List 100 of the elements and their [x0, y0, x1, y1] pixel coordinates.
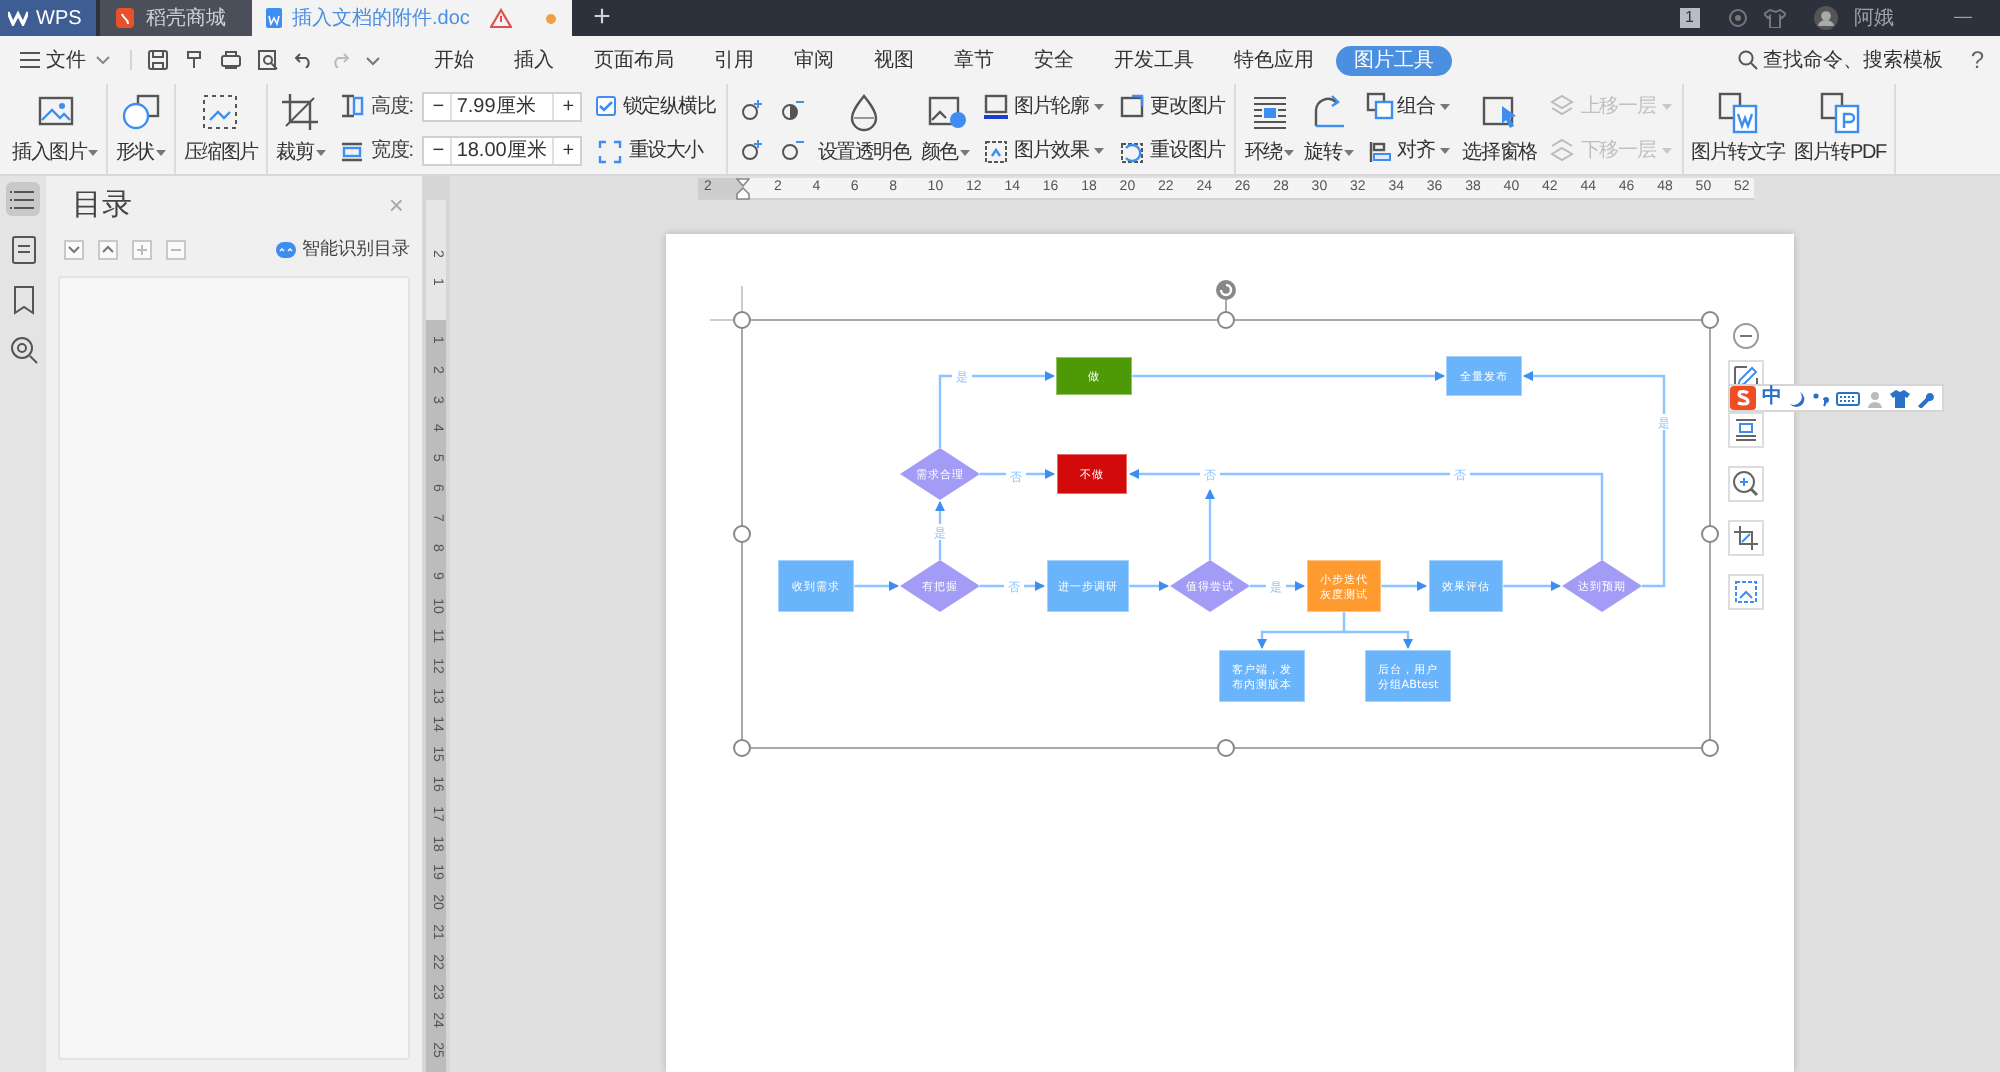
add-level-button[interactable]: [132, 240, 152, 260]
ribbon-button[interactable]: 图片转PDF: [1792, 84, 1888, 174]
ribbon-button[interactable]: 旋转: [1301, 84, 1356, 174]
crop-button[interactable]: [1728, 520, 1764, 556]
remove-level-button[interactable]: [166, 240, 186, 260]
ribbon-tab[interactable]: 页面布局: [576, 45, 692, 75]
pdf-convert-icon: [1818, 90, 1863, 134]
ribbon-button[interactable]: 图片转文字: [1689, 84, 1787, 174]
picture-tools-button[interactable]: [1728, 574, 1764, 610]
align-icon: [1365, 137, 1394, 166]
rotate-handle[interactable]: [1216, 280, 1236, 300]
format-painter-icon: [184, 50, 204, 70]
page-list-icon: [7, 233, 39, 265]
effect-icon: [981, 137, 1010, 166]
resize-handle[interactable]: [733, 525, 751, 543]
ribbon-tab[interactable]: 视图: [856, 45, 932, 75]
connector-arrow: [854, 581, 899, 591]
zoom-in-button[interactable]: [1728, 466, 1764, 502]
print-icon: [220, 50, 242, 70]
ribbon-button[interactable]: 压缩图片: [181, 84, 261, 174]
ribbon-button[interactable]: 对齐: [1365, 136, 1451, 167]
bring-forward-icon: [1548, 92, 1577, 121]
ribbon-button[interactable]: 设置透明色: [815, 84, 913, 174]
edit-picture-button[interactable]: [1728, 360, 1764, 384]
ribbon-button[interactable]: 颜色: [918, 84, 972, 174]
brightness-up-icon: [737, 97, 766, 121]
ribbon-button[interactable]: 重设图片: [1118, 136, 1225, 167]
side-nav-button[interactable]: [6, 232, 40, 266]
resize-icon: [596, 137, 625, 166]
file-menu-button[interactable]: 文件: [20, 45, 110, 75]
ribbon-button[interactable]: 图片效果: [981, 136, 1105, 167]
resize-handle[interactable]: [733, 311, 751, 329]
number-stepper[interactable]: − 7.99厘米 +: [422, 91, 583, 122]
ribbon-tab[interactable]: 插入: [496, 45, 572, 75]
field-label: 宽度:: [371, 137, 413, 167]
resize-handle[interactable]: [1217, 739, 1235, 757]
resize-handle[interactable]: [1701, 739, 1719, 757]
checkbox[interactable]: 锁定纵横比: [596, 91, 716, 122]
side-nav-button[interactable]: [6, 332, 40, 366]
number-stepper[interactable]: − 18.00厘米 +: [422, 136, 583, 167]
search-icon: [1738, 50, 1759, 70]
layout-options-button[interactable]: [1728, 412, 1764, 448]
ribbon-button[interactable]: 裁剪: [274, 84, 328, 174]
resize-handle[interactable]: [1701, 311, 1719, 329]
layout-options-icon: [1730, 414, 1762, 446]
send-backward-icon: [1548, 137, 1577, 166]
menu-icon: [20, 52, 40, 68]
app-tab[interactable]: 稻壳商城: [100, 0, 252, 36]
chevron-icon: [96, 56, 110, 64]
ribbon-button[interactable]: 更改图片: [1118, 91, 1225, 122]
command-search[interactable]: 查找命令、搜索模板: [1738, 45, 1943, 75]
app-tab[interactable]: WPS: [0, 0, 96, 36]
avatar-icon: [1814, 6, 1838, 30]
resize-handle[interactable]: [733, 739, 751, 757]
panel-title: 目录: [72, 185, 132, 226]
change-picture-icon: [1118, 92, 1147, 121]
increment-button[interactable]: +: [552, 93, 581, 120]
side-nav-button[interactable]: [6, 182, 40, 216]
crop-icon: [278, 90, 323, 134]
ribbon-button[interactable]: 插入图片: [10, 84, 101, 174]
collapse-all-button[interactable]: [98, 240, 118, 260]
expand-all-button[interactable]: [64, 240, 84, 260]
window-count-badge[interactable]: 1: [1679, 8, 1700, 28]
compress-icon: [198, 90, 243, 134]
ribbon-button[interactable]: 选择窗格: [1460, 84, 1539, 174]
shapes-icon: [119, 90, 163, 134]
quick-access-dropdown-icon: [366, 55, 380, 65]
ribbon-tab[interactable]: 安全: [1016, 45, 1092, 75]
keyboard-icon: [1836, 389, 1860, 407]
ribbon-tab[interactable]: 特色应用: [1216, 45, 1332, 75]
expand-all-icon: [64, 240, 84, 260]
ribbon-tab[interactable]: 开发工具: [1096, 45, 1212, 75]
smart-toc-button[interactable]: 智能识别目录: [276, 236, 410, 264]
ribbon-button[interactable]: 图片轮廓: [981, 91, 1105, 122]
ribbon-tab[interactable]: 章节: [936, 45, 1012, 75]
ribbon-button[interactable]: 形状: [114, 84, 168, 174]
ribbon-button[interactable]: 组合: [1365, 91, 1451, 122]
minimize-button[interactable]: —: [1954, 4, 1972, 32]
ribbon-tab[interactable]: 开始: [416, 45, 492, 75]
new-tab-button[interactable]: +: [572, 0, 632, 36]
connector-arrow: [1128, 581, 1169, 591]
increment-button[interactable]: +: [552, 138, 581, 165]
toggle-icon: [276, 242, 296, 258]
resize-handle[interactable]: [1217, 311, 1235, 329]
warning-icon: [490, 8, 512, 28]
ribbon-button[interactable]: 环绕: [1242, 84, 1296, 174]
input-mode-toggle[interactable]: 中: [1762, 388, 1782, 408]
ribbon-tab[interactable]: 引用: [696, 45, 772, 75]
ribbon-button[interactable]: 重设大小: [596, 136, 716, 167]
brightness-down-icon: [737, 137, 766, 161]
undo-icon: [294, 52, 314, 68]
outline-icon: [981, 92, 1010, 121]
shirt-icon: [1890, 389, 1910, 407]
resize-handle[interactable]: [1701, 525, 1719, 543]
height-icon: [337, 92, 366, 121]
ribbon-tab[interactable]: 审阅: [776, 45, 852, 75]
connector-arrow: [1380, 581, 1427, 591]
document-icon: [266, 8, 282, 28]
user-name[interactable]: 阿娥: [1854, 3, 1894, 33]
help-button[interactable]: ?: [1970, 42, 1984, 78]
